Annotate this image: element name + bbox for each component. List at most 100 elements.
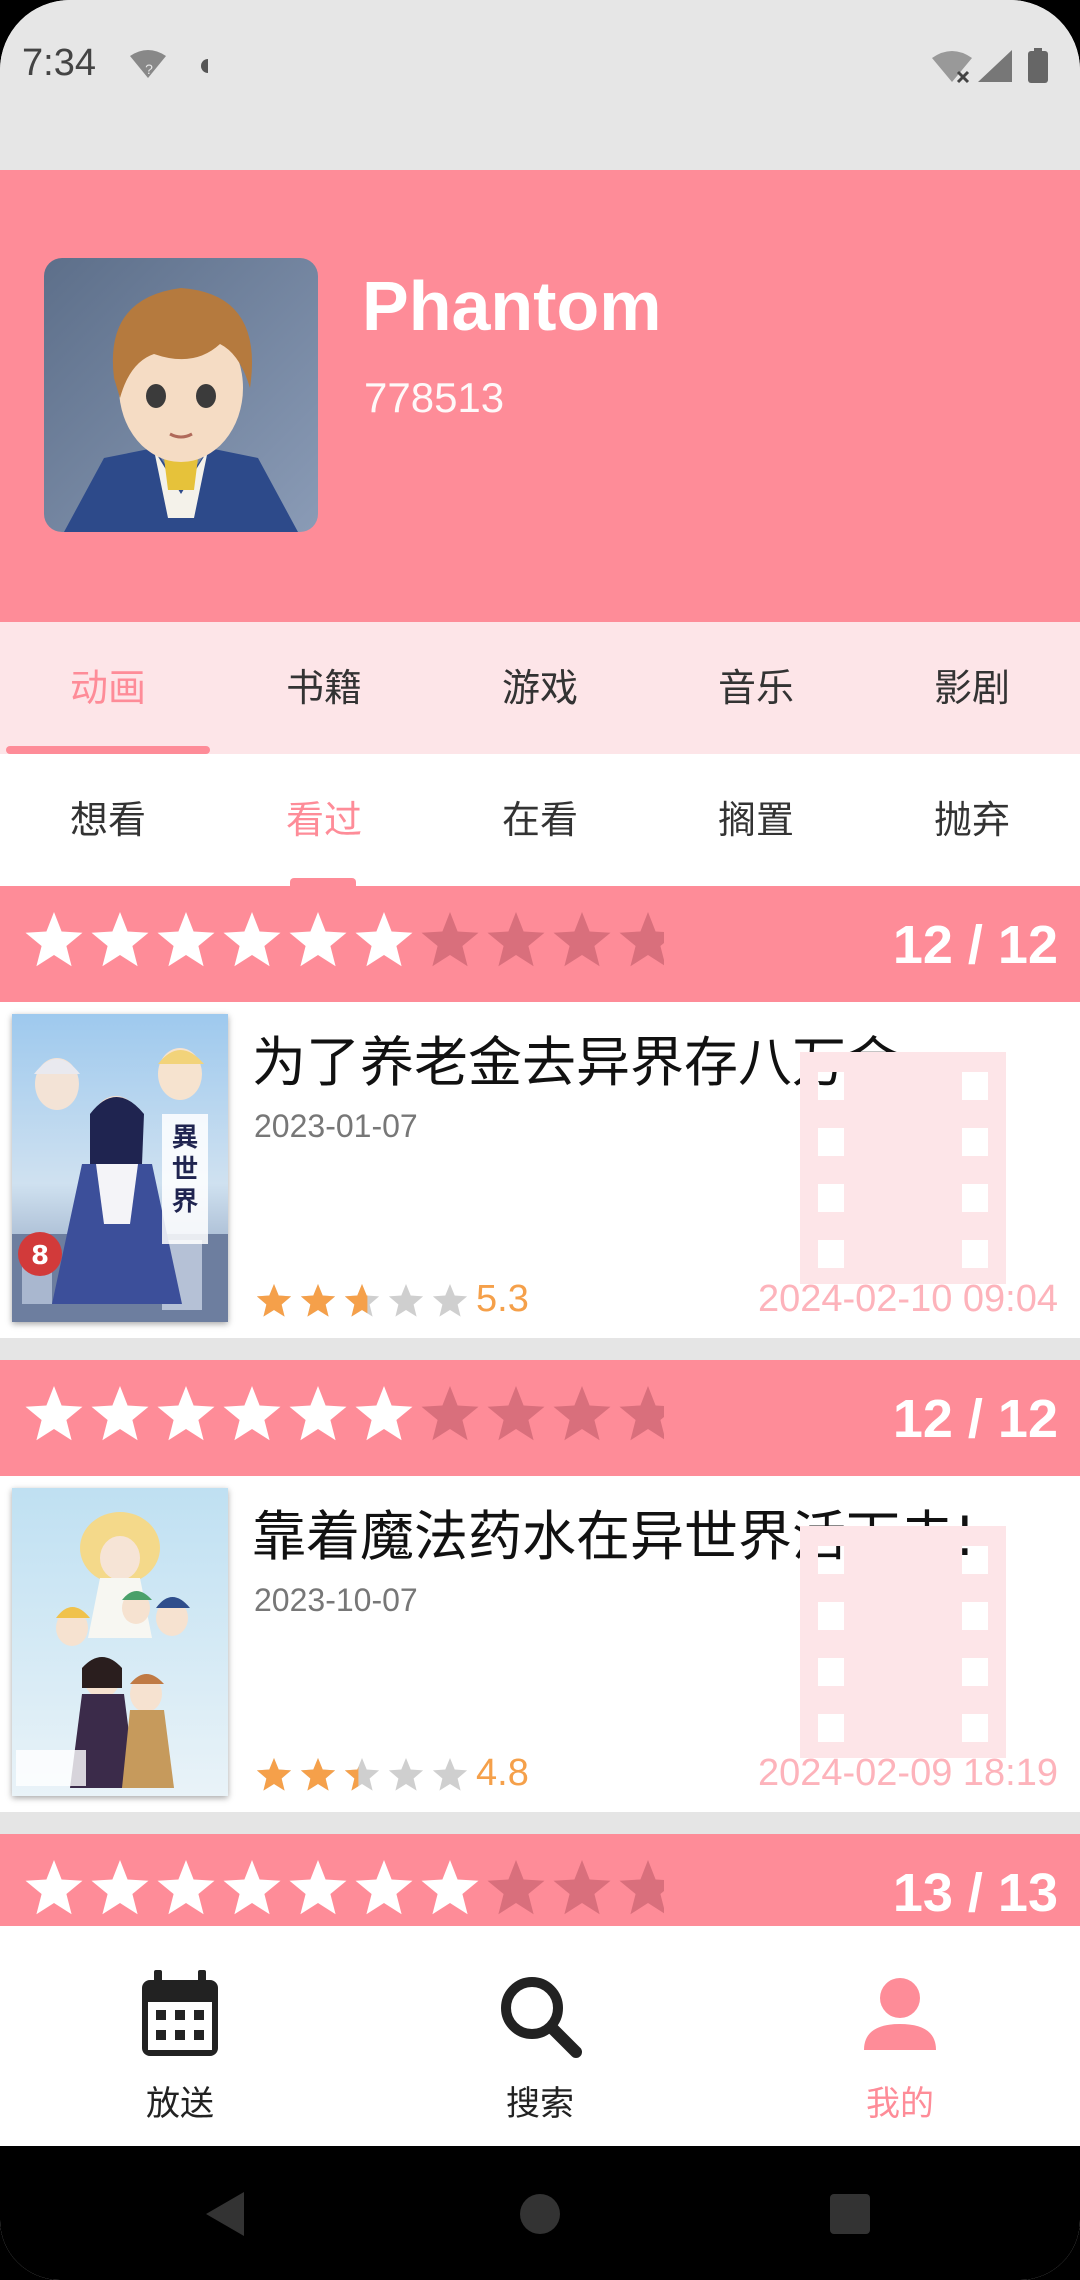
back-icon[interactable] (206, 2192, 244, 2236)
svg-text:界: 界 (172, 1187, 198, 1217)
score-star-icon (388, 1758, 424, 1791)
episode-progress: 12 / 12 (892, 1389, 1058, 1449)
star-empty-icon (421, 912, 479, 967)
collection-list[interactable]: 12 / 12 異 世 界 8 为了养老金去异界存八万金 2023-01-07 … (0, 886, 1080, 1926)
category-tab-indicator (6, 746, 210, 754)
entry-header: 12 / 12 (0, 1360, 1080, 1476)
star-empty-icon (553, 1860, 611, 1915)
score-star-fill-icon (256, 1284, 292, 1317)
star-filled-icon (355, 1860, 413, 1915)
entry-body: 靠着魔法药水在异世界活下去! 2023-10-07 4.8 2024-02-09… (0, 1476, 1080, 1812)
star-empty-icon (487, 1860, 545, 1915)
profile-header: Phantom 778513 (0, 170, 1080, 622)
star-filled-icon (91, 1860, 149, 1915)
status-time: 7:34 (22, 42, 96, 84)
star-filled-icon (25, 912, 83, 967)
star-filled-icon (289, 1860, 347, 1915)
wifi-off-icon (932, 51, 972, 84)
star-empty-icon (619, 1860, 664, 1915)
star-filled-icon (91, 912, 149, 967)
user-id: 778513 (364, 374, 505, 421)
status-bar: 7:34 ? (0, 0, 1080, 170)
status-tabs: 想看 看过 在看 搁置 抛弃 (0, 754, 1080, 886)
cover-image[interactable] (12, 1488, 228, 1796)
svg-text:世: 世 (172, 1155, 198, 1185)
user-rating-stars (25, 1386, 664, 1441)
dot-icon (201, 59, 215, 73)
entry-body: 異 世 界 8 为了养老金去异界存八万金 2023-01-07 5.3 2024… (0, 1002, 1080, 1338)
status-left-icons: ? (128, 48, 215, 86)
star-filled-icon (157, 912, 215, 967)
tab-dropped[interactable]: 抛弃 (864, 754, 1080, 886)
entry-header: 12 / 12 (0, 886, 1080, 1002)
watch-date: 2024-02-10 09:04 (757, 1278, 1058, 1320)
user-name: Phantom (362, 267, 662, 345)
user-rating-stars (25, 912, 664, 967)
app-screen: 7:34 ? Phantom 778513 动画 书籍 游戏 音乐 影剧 想看 … (0, 0, 1080, 2280)
score-star-fill-icon (300, 1758, 336, 1791)
score-stars (256, 1758, 468, 1791)
tab-drama[interactable]: 影剧 (864, 622, 1080, 754)
recents-icon[interactable] (830, 2194, 870, 2234)
tab-on-hold[interactable]: 搁置 (648, 754, 864, 886)
tab-watched[interactable]: 看过 (216, 754, 432, 886)
score-star-icon (388, 1284, 424, 1317)
user-rating-stars (25, 1860, 664, 1915)
star-empty-icon (619, 1386, 664, 1441)
tab-want-to-watch[interactable]: 想看 (0, 754, 216, 886)
star-empty-icon (553, 912, 611, 967)
tab-games[interactable]: 游戏 (432, 622, 648, 754)
air-date: 2023-10-07 (254, 1582, 418, 1618)
episode-progress: 13 / 13 (892, 1863, 1058, 1923)
star-filled-icon (91, 1386, 149, 1441)
entry-header: 13 / 13 (0, 1834, 1080, 1926)
home-icon[interactable] (520, 2194, 560, 2234)
tab-watching[interactable]: 在看 (432, 754, 648, 886)
star-empty-icon (619, 912, 664, 967)
star-filled-icon (157, 1386, 215, 1441)
wifi-unknown-icon: ? (130, 50, 166, 78)
nav-label-schedule: 放送 (146, 2084, 214, 2124)
star-filled-icon (223, 1860, 281, 1915)
score-value: 4.8 (476, 1752, 529, 1794)
score-star-icon (432, 1284, 468, 1317)
nav-item-me[interactable]: 我的 (720, 1926, 1080, 2146)
calendar-icon (142, 1970, 218, 2056)
star-filled-icon (157, 1860, 215, 1915)
search-icon (501, 1977, 582, 2058)
nav-item-search[interactable]: 搜索 (360, 1926, 720, 2146)
nav-label-search: 搜索 (506, 2084, 574, 2124)
star-filled-icon (289, 1386, 347, 1441)
score-value: 5.3 (476, 1278, 529, 1320)
score-stars (256, 1284, 468, 1317)
star-filled-icon (25, 1386, 83, 1441)
star-empty-icon (421, 1386, 479, 1441)
star-filled-icon (25, 1860, 83, 1915)
star-filled-icon (421, 1860, 479, 1915)
battery-icon (1028, 48, 1048, 83)
tab-music[interactable]: 音乐 (648, 622, 864, 754)
svg-text:異: 異 (172, 1123, 198, 1153)
tab-anime[interactable]: 动画 (0, 622, 216, 754)
star-filled-icon (223, 912, 281, 967)
score-star-icon (432, 1758, 468, 1791)
score-star-fill-icon (256, 1758, 292, 1791)
category-tabs: 动画 书籍 游戏 音乐 影剧 (0, 622, 1080, 754)
star-empty-icon (487, 912, 545, 967)
status-tab-indicator (290, 878, 356, 886)
avatar[interactable] (44, 258, 318, 532)
status-right-icons (930, 46, 1060, 90)
air-date: 2023-01-07 (254, 1108, 418, 1144)
nav-item-schedule[interactable]: 放送 (0, 1926, 360, 2146)
star-filled-icon (289, 912, 347, 967)
bottom-nav: 放送 搜索 我的 (0, 1926, 1080, 2146)
signal-icon (978, 50, 1012, 82)
watch-date: 2024-02-09 18:19 (757, 1752, 1058, 1794)
svg-text:?: ? (145, 61, 153, 77)
tab-books[interactable]: 书籍 (216, 622, 432, 754)
cover-image[interactable]: 異 世 界 8 (12, 1014, 228, 1322)
star-empty-icon (553, 1386, 611, 1441)
film-icon (800, 1052, 1006, 1284)
nav-label-me: 我的 (866, 2084, 934, 2124)
score-star-fill-icon (300, 1284, 336, 1317)
